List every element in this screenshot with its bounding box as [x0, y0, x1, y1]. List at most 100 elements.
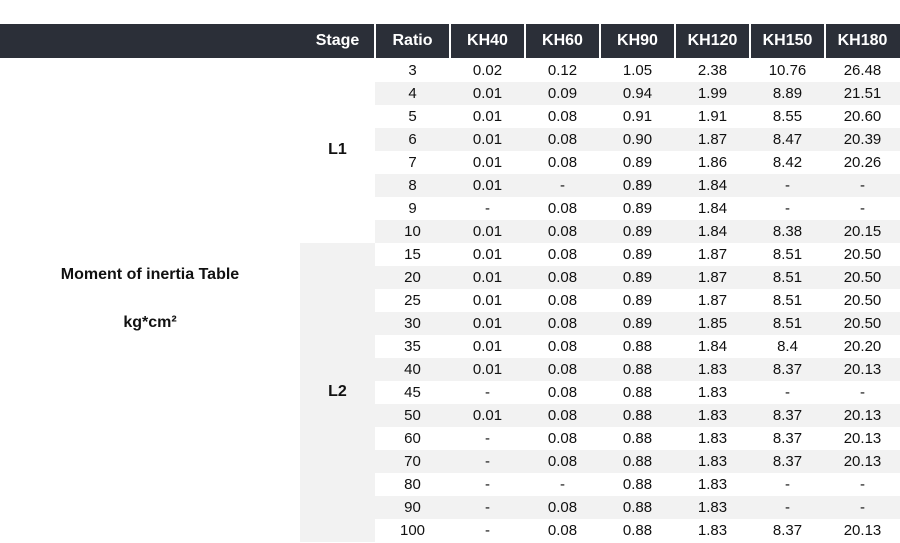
cell-kh40: -: [485, 476, 490, 493]
table-row: 7 0.01 0.08 0.89 1.86 8.42 20.26: [375, 151, 900, 174]
cell-kh90: 0.89: [622, 154, 653, 171]
table-row: 100 - 0.08 0.88 1.83 8.37 20.13: [375, 519, 900, 542]
cell-kh180: 20.26: [843, 154, 882, 171]
cell-kh180: 20.13: [843, 407, 882, 424]
cell-kh60: 0.09: [547, 85, 578, 102]
cell-kh120: 1.84: [697, 200, 728, 217]
cell-kh90: 0.88: [622, 407, 653, 424]
header-separator: [674, 24, 676, 58]
table-row: 8 0.01 - 0.89 1.84 - -: [375, 174, 900, 197]
cell-kh150: 8.4: [777, 338, 798, 355]
header-separator: [824, 24, 826, 58]
header-kh180: KH180: [837, 32, 888, 49]
cell-ratio: 80: [404, 476, 421, 493]
cell-kh120: 1.83: [697, 522, 728, 539]
cell-kh40: -: [485, 200, 490, 217]
cell-kh60: 0.08: [547, 200, 578, 217]
cell-kh60: 0.12: [547, 62, 578, 79]
cell-kh120: 1.85: [697, 315, 728, 332]
table-row: 70 - 0.08 0.88 1.83 8.37 20.13: [375, 450, 900, 473]
table-title: Moment of inertia Table: [60, 266, 240, 283]
cell-ratio: 50: [404, 407, 421, 424]
header-kh120: KH120: [687, 32, 738, 49]
cell-kh60: 0.08: [547, 131, 578, 148]
cell-kh60: -: [560, 476, 565, 493]
cell-kh90: 0.88: [622, 361, 653, 378]
cell-kh150: 8.51: [772, 246, 803, 263]
cell-kh120: 1.84: [697, 338, 728, 355]
table-row: 9 - 0.08 0.89 1.84 - -: [375, 197, 900, 220]
cell-kh180: 20.15: [843, 223, 882, 240]
cell-kh180: 20.50: [843, 292, 882, 309]
header-separator: [599, 24, 601, 58]
table-row: 90 - 0.08 0.88 1.83 - -: [375, 496, 900, 519]
cell-kh120: 1.87: [697, 269, 728, 286]
cell-kh90: 0.88: [622, 453, 653, 470]
cell-ratio: 90: [404, 499, 421, 516]
table-row: 25 0.01 0.08 0.89 1.87 8.51 20.50: [375, 289, 900, 312]
cell-kh40: 0.01: [472, 338, 503, 355]
unit-label: kg*cm²: [123, 314, 177, 331]
header-separator: [749, 24, 751, 58]
cell-kh40: -: [485, 499, 490, 516]
cell-kh90: 1.05: [622, 62, 653, 79]
table-row: 15 0.01 0.08 0.89 1.87 8.51 20.50: [375, 243, 900, 266]
cell-kh150: -: [785, 177, 790, 194]
cell-kh120: 1.86: [697, 154, 728, 171]
cell-ratio: 3: [408, 62, 417, 79]
header-kh60: KH60: [542, 32, 583, 49]
cell-kh180: 20.50: [843, 246, 882, 263]
cell-kh150: 8.55: [772, 108, 803, 125]
cell-kh120: 1.83: [697, 476, 728, 493]
cell-kh180: 26.48: [843, 62, 882, 79]
cell-kh180: 20.13: [843, 361, 882, 378]
cell-kh180: 21.51: [843, 85, 882, 102]
cell-kh40: 0.01: [472, 315, 503, 332]
cell-kh90: 0.89: [622, 200, 653, 217]
cell-kh90: 0.88: [622, 499, 653, 516]
cell-kh180: -: [860, 499, 865, 516]
cell-ratio: 15: [404, 246, 421, 263]
cell-kh60: 0.08: [547, 269, 578, 286]
cell-kh60: 0.08: [547, 499, 578, 516]
cell-kh120: 1.83: [697, 499, 728, 516]
cell-kh90: 0.89: [622, 269, 653, 286]
cell-kh180: -: [860, 177, 865, 194]
header-kh90: KH90: [617, 32, 658, 49]
cell-kh120: 1.83: [697, 430, 728, 447]
cell-kh180: 20.50: [843, 269, 882, 286]
cell-kh150: 8.42: [772, 154, 803, 171]
cell-kh40: 0.01: [472, 269, 503, 286]
cell-kh90: 0.88: [622, 522, 653, 539]
cell-kh180: -: [860, 476, 865, 493]
cell-kh180: 20.13: [843, 522, 882, 539]
cell-ratio: 8: [408, 177, 417, 194]
cell-kh180: 20.13: [843, 430, 882, 447]
table-row: 20 0.01 0.08 0.89 1.87 8.51 20.50: [375, 266, 900, 289]
cell-kh90: 0.88: [622, 338, 653, 355]
cell-ratio: 4: [408, 85, 417, 102]
cell-ratio: 5: [408, 108, 417, 125]
cell-kh90: 0.89: [622, 246, 653, 263]
cell-kh40: 0.02: [472, 62, 503, 79]
cell-kh180: -: [860, 200, 865, 217]
cell-kh40: 0.01: [472, 246, 503, 263]
table-row: 3 0.02 0.12 1.05 2.38 10.76 26.48: [375, 59, 900, 82]
cell-kh90: 0.88: [622, 430, 653, 447]
cell-ratio: 9: [408, 200, 417, 217]
cell-kh60: 0.08: [547, 223, 578, 240]
cell-kh150: 8.51: [772, 269, 803, 286]
cell-kh120: 1.87: [697, 131, 728, 148]
cell-kh40: 0.01: [472, 361, 503, 378]
cell-kh180: -: [860, 384, 865, 401]
cell-kh120: 1.84: [697, 223, 728, 240]
cell-kh150: 10.76: [768, 62, 807, 79]
cell-kh40: 0.01: [472, 177, 503, 194]
cell-kh120: 1.83: [697, 361, 728, 378]
cell-ratio: 35: [404, 338, 421, 355]
cell-kh150: 8.37: [772, 522, 803, 539]
table-row: 50 0.01 0.08 0.88 1.83 8.37 20.13: [375, 404, 900, 427]
header-separator: [524, 24, 526, 58]
cell-ratio: 100: [399, 522, 426, 539]
cell-kh150: -: [785, 499, 790, 516]
